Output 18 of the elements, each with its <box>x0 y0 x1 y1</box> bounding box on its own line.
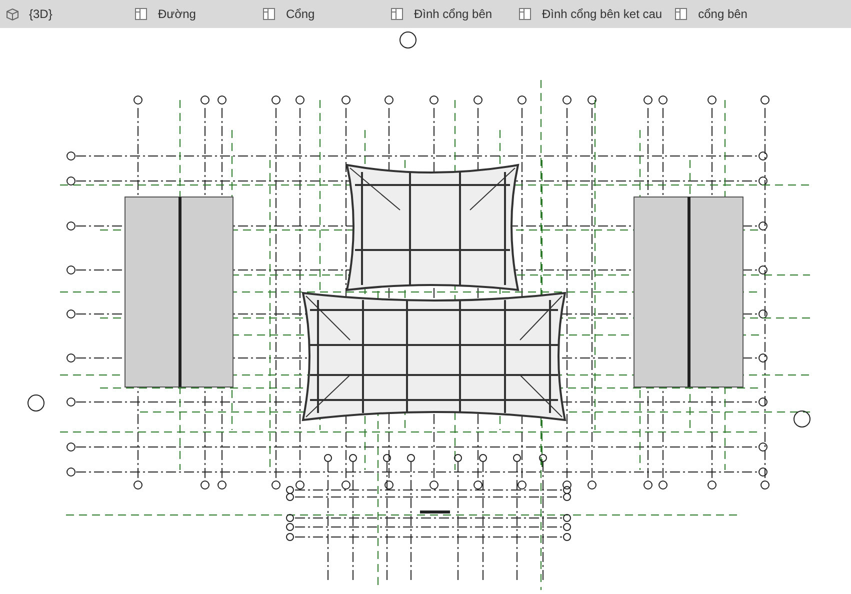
cube-icon <box>6 8 19 20</box>
view-tab-label: Đường <box>158 7 196 21</box>
view-tab-label: Đình cổng bên ket cau <box>542 7 662 21</box>
view-tab[interactable]: Cổng <box>262 7 390 21</box>
view-icon <box>518 7 532 21</box>
view-tab[interactable]: Đình cổng bên ket cau <box>518 7 674 21</box>
view-tab[interactable]: cổng bên <box>674 7 802 21</box>
view-icon <box>390 7 404 21</box>
view-tab[interactable]: {3D} <box>6 7 134 21</box>
view-tab-label: {3D} <box>29 7 52 21</box>
view-tab-label: Cổng <box>286 7 315 21</box>
view-tab-label: cổng bên <box>698 7 748 21</box>
view-tab[interactable]: Đường <box>134 7 262 21</box>
view-tab[interactable]: Đình cổng bên <box>390 7 518 21</box>
view-icon <box>134 7 148 21</box>
view-tab-label: Đình cổng bên <box>414 7 492 21</box>
view-icon <box>262 7 276 21</box>
view-icon <box>674 7 688 21</box>
